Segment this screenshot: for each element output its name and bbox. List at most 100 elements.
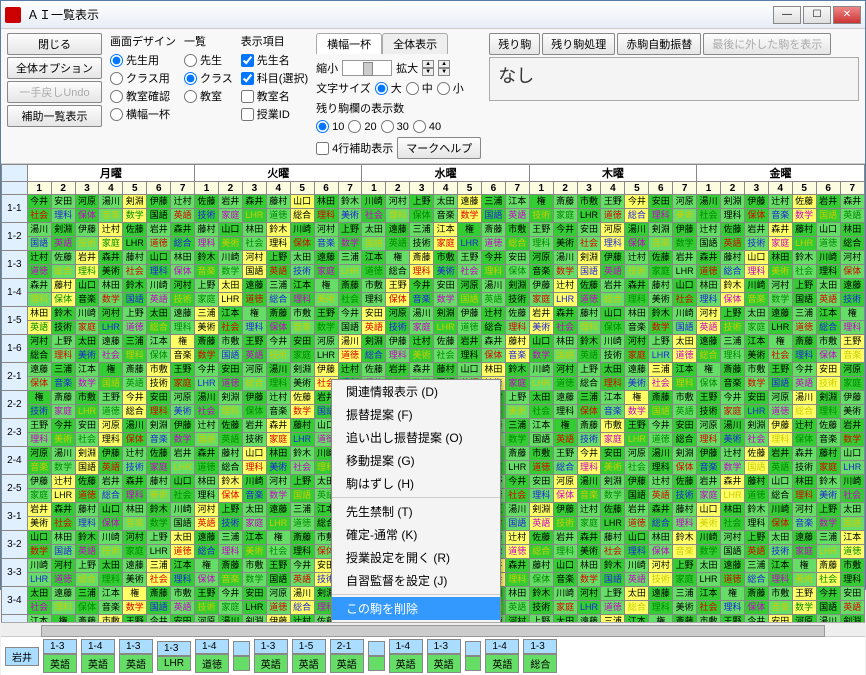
subject-cell[interactable]: 保体 (529, 573, 553, 587)
subject-cell[interactable]: 美術 (266, 461, 290, 475)
teacher-cell[interactable]: 伊藤 (458, 307, 482, 321)
subject-cell[interactable]: 総合 (792, 405, 816, 419)
subject-cell[interactable]: LHR (792, 237, 816, 251)
subject-cell[interactable]: 英語 (505, 601, 529, 615)
subject-cell[interactable]: 保体 (386, 293, 410, 307)
bottom-class[interactable]: 1-4 (81, 639, 115, 654)
teacher-cell[interactable]: 佐藤 (649, 251, 673, 265)
subject-cell[interactable]: LHR (577, 209, 601, 223)
subject-cell[interactable]: 理科 (577, 461, 601, 475)
teacher-cell[interactable]: 太田 (99, 559, 123, 573)
subject-cell[interactable]: 総合 (195, 545, 219, 559)
teacher-cell[interactable]: 安田 (147, 391, 171, 405)
subject-cell[interactable]: 音楽 (218, 573, 242, 587)
teacher-cell[interactable]: 湯川 (553, 251, 577, 265)
undo-btn[interactable]: 一手戻しUndo (7, 81, 102, 103)
teacher-cell[interactable]: 権 (768, 335, 792, 349)
subject-cell[interactable]: 理科 (195, 237, 219, 251)
teacher-cell[interactable]: 今井 (577, 447, 601, 461)
teacher-cell[interactable]: 権 (99, 363, 123, 377)
teacher-cell[interactable]: 遠藤 (51, 587, 75, 601)
teacher-cell[interactable]: 剣淵 (721, 195, 745, 209)
teacher-cell[interactable]: 林田 (195, 475, 219, 489)
teacher-cell[interactable]: 江本 (505, 195, 529, 209)
subject-cell[interactable]: 総合 (697, 349, 721, 363)
teacher-cell[interactable]: 川崎 (816, 251, 840, 265)
subject-cell[interactable]: 数学 (721, 461, 745, 475)
subject-cell[interactable]: 総合 (625, 601, 649, 615)
subject-cell[interactable]: 音楽 (673, 545, 697, 559)
subject-cell[interactable]: 保体 (792, 433, 816, 447)
subject-cell[interactable]: LHR (195, 377, 219, 391)
teacher-cell[interactable]: 安田 (816, 363, 840, 377)
teacher-cell[interactable]: 鈴木 (744, 503, 768, 517)
teacher-cell[interactable]: 林田 (553, 335, 577, 349)
subject-cell[interactable]: 社会 (673, 293, 697, 307)
subject-cell[interactable]: 国語 (529, 433, 553, 447)
subject-cell[interactable]: LHR (649, 349, 673, 363)
subject-cell[interactable]: 道徳 (792, 321, 816, 335)
subject-cell[interactable]: 美術 (649, 293, 673, 307)
teacher-cell[interactable]: 上野 (577, 363, 601, 377)
teacher-cell[interactable]: 遠藤 (697, 335, 721, 349)
subject-cell[interactable]: 美術 (577, 545, 601, 559)
teacher-cell[interactable]: 伊藤 (314, 363, 338, 377)
subject-cell[interactable]: 英語 (625, 573, 649, 587)
subject-cell[interactable]: 理科 (386, 349, 410, 363)
subject-cell[interactable]: 理科 (458, 349, 482, 363)
subject-cell[interactable]: 社会 (744, 433, 768, 447)
teacher-cell[interactable]: 遠藤 (386, 223, 410, 237)
teacher-cell[interactable]: 湯川 (577, 475, 601, 489)
subject-cell[interactable]: 美術 (314, 293, 338, 307)
subject-cell[interactable]: 社会 (458, 265, 482, 279)
subject-cell[interactable]: 国語 (75, 461, 99, 475)
teacher-cell[interactable]: 辻村 (697, 223, 721, 237)
teacher-cell[interactable]: 伊藤 (697, 447, 721, 461)
subject-cell[interactable]: 数学 (171, 433, 195, 447)
subject-cell[interactable]: 英語 (123, 377, 147, 391)
teacher-cell[interactable]: 上野 (218, 503, 242, 517)
subject-cell[interactable]: 総合 (99, 489, 123, 503)
subject-cell[interactable]: 数学 (625, 405, 649, 419)
teacher-cell[interactable]: 斎藤 (792, 335, 816, 349)
teacher-cell[interactable]: 林田 (99, 279, 123, 293)
bottom-subj[interactable] (465, 656, 482, 671)
teacher-cell[interactable]: 鈴木 (75, 531, 99, 545)
teacher-cell[interactable]: 湯川 (816, 615, 840, 623)
subject-cell[interactable]: 理科 (51, 209, 75, 223)
subject-cell[interactable]: 総合 (123, 405, 147, 419)
teacher-cell[interactable]: 藤村 (673, 503, 697, 517)
subject-cell[interactable]: 国語 (458, 293, 482, 307)
teacher-cell[interactable]: 林田 (171, 251, 195, 265)
teacher-cell[interactable]: 江本 (27, 615, 51, 623)
teacher-cell[interactable]: 今井 (816, 587, 840, 601)
teacher-cell[interactable]: 斎藤 (481, 223, 505, 237)
teacher-cell[interactable]: 湯川 (218, 615, 242, 623)
subject-cell[interactable]: 道徳 (338, 349, 362, 363)
subject-cell[interactable]: 理科 (768, 573, 792, 587)
teacher-cell[interactable]: 山口 (744, 251, 768, 265)
subject-cell[interactable]: 理科 (386, 209, 410, 223)
subject-cell[interactable]: 理科 (27, 293, 51, 307)
teacher-cell[interactable]: 山口 (27, 531, 51, 545)
teacher-cell[interactable]: 上野 (410, 195, 434, 209)
teacher-cell[interactable]: 川崎 (697, 531, 721, 545)
subject-cell[interactable]: 理科 (147, 405, 171, 419)
subject-cell[interactable]: 美術 (75, 349, 99, 363)
teacher-cell[interactable]: 伊藤 (171, 419, 195, 433)
teacher-cell[interactable]: 河原 (99, 419, 123, 433)
teacher-cell[interactable]: 辻村 (577, 503, 601, 517)
subject-cell[interactable]: 国語 (505, 517, 529, 531)
teacher-cell[interactable]: 権 (314, 279, 338, 293)
teacher-cell[interactable]: 岩井 (816, 195, 840, 209)
teacher-cell[interactable]: 王野 (195, 587, 219, 601)
subject-cell[interactable]: 道徳 (816, 237, 840, 251)
teacher-cell[interactable]: 森井 (410, 363, 434, 377)
subject-cell[interactable]: LHR (697, 573, 721, 587)
subject-cell[interactable]: 家庭 (51, 405, 75, 419)
teacher-cell[interactable]: 三浦 (75, 587, 99, 601)
subject-cell[interactable]: 理科 (75, 265, 99, 279)
teacher-cell[interactable]: 岩井 (697, 475, 721, 489)
subject-cell[interactable]: 美術 (792, 573, 816, 587)
red-auto-btn[interactable]: 赤駒自動振替 (617, 33, 701, 55)
